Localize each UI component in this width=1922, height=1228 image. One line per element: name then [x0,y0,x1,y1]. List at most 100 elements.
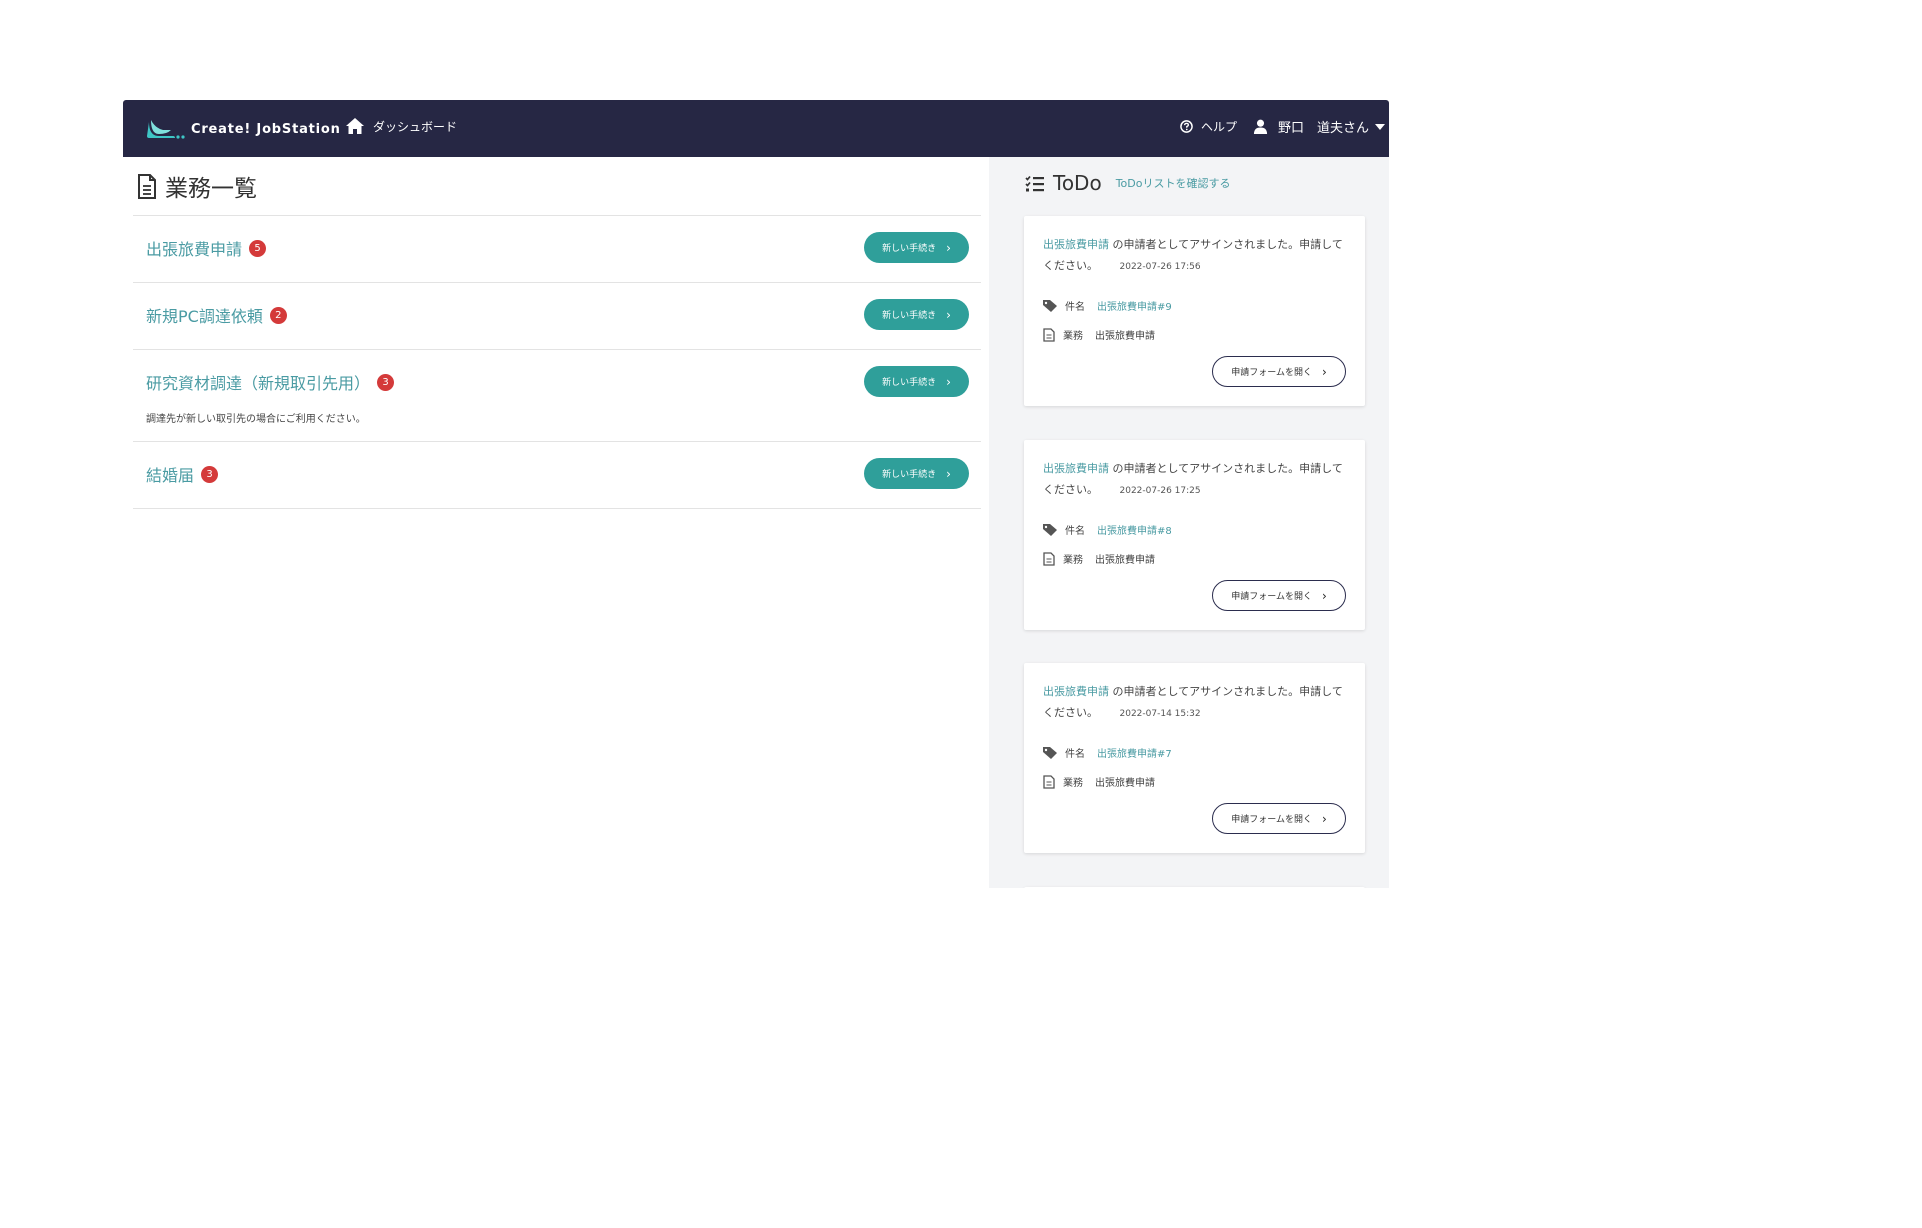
business-title: 新規PC調達依頼 2 [146,303,287,327]
nav-dashboard-link[interactable]: ダッシュボード [345,117,457,135]
page-title: 業務一覧 [165,176,257,202]
subject-label: 件名 [1065,302,1085,313]
tag-icon [1043,523,1057,536]
top-navbar: Create! JobStation ダッシュボード ヘルプ 野口 道夫さん [123,100,1389,157]
business-row: 研究資材調達（新規取引先用） 3 調達先が新しい取引先の場合にご利用ください。 … [133,350,981,442]
chevron-right-icon: › [946,466,951,481]
business-name-link[interactable]: 出張旅費申請 [146,236,242,260]
brand-name: Create! JobStation [191,121,341,137]
subject-row: 件名 出張旅費申請#9 [1043,298,1172,313]
chevron-right-icon: › [1321,364,1327,379]
business-value: 出張旅費申請 [1095,331,1155,342]
user-icon [1253,119,1268,134]
nav-right: ヘルプ 野口 道夫さん [1180,117,1385,136]
open-form-button[interactable]: 申請フォームを開く › [1212,803,1346,834]
new-procedure-button[interactable]: 新しい手続き › [864,299,969,330]
todo-card: 出張旅費申請 の申請者としてアサインされました。申請してください。 2022-0… [1024,440,1365,630]
new-procedure-label: 新しい手続き [882,244,937,254]
business-value: 出張旅費申請 [1095,555,1155,566]
new-procedure-button[interactable]: 新しい手続き › [864,366,969,397]
business-value: 出張旅費申請 [1095,778,1155,789]
main-content: 業務一覧 出張旅費申請 5 新しい手続き › 新規PC調達依頼 2 新しい手続き… [133,157,981,888]
chevron-right-icon: › [946,374,951,389]
subject-row: 件名 出張旅費申請#7 [1043,745,1172,760]
subject-row: 件名 出張旅費申請#8 [1043,522,1172,537]
todo-message: 出張旅費申請 の申請者としてアサインされました。申請してください。 2022-0… [1043,681,1351,725]
document-icon [1043,551,1055,566]
help-label: ヘルプ [1200,120,1237,134]
document-icon [138,173,156,199]
todo-message: 出張旅費申請 の申請者としてアサインされました。申請してください。 2022-0… [1043,458,1351,502]
todo-timestamp: 2022-07-26 17:25 [1119,486,1201,496]
business-name-link[interactable]: 新規PC調達依頼 [146,303,263,327]
subject-link[interactable]: 出張旅費申請#7 [1097,745,1172,760]
open-form-label: 申請フォームを開く [1231,368,1312,378]
count-badge: 2 [269,306,287,324]
caret-down-icon [1375,123,1385,130]
user-name: 野口 道夫さん [1277,121,1369,136]
tag-icon [1043,746,1057,759]
count-badge: 5 [249,239,267,257]
new-procedure-label: 新しい手続き [882,311,937,321]
business-label: 業務 [1063,331,1083,342]
tag-icon [1043,299,1057,312]
new-procedure-label: 新しい手続き [882,470,937,480]
open-form-label: 申請フォームを開く [1231,815,1312,825]
todo-list-link[interactable]: ToDoリストを確認する [1116,175,1231,191]
todo-card-partial [1024,887,1365,888]
todo-card: 出張旅費申請 の申請者としてアサインされました。申請してください。 2022-0… [1024,216,1365,406]
todo-card: 出張旅費申請 の申請者としてアサインされました。申請してください。 2022-0… [1024,663,1365,853]
business-name-link[interactable]: 研究資材調達（新規取引先用） [146,370,370,394]
chevron-right-icon: › [1321,811,1327,826]
business-description: 調達先が新しい取引先の場合にご利用ください。 [146,414,366,425]
todo-sidebar[interactable]: ToDo ToDoリストを確認する 出張旅費申請 の申請者としてアサインされまし… [989,157,1389,888]
form-link[interactable]: 出張旅費申請 [1043,462,1109,475]
chevron-right-icon: › [946,307,951,322]
form-link[interactable]: 出張旅費申請 [1043,238,1109,251]
todo-message: 出張旅費申請 の申請者としてアサインされました。申請してください。 2022-0… [1043,234,1351,278]
user-menu[interactable]: 野口 道夫さん [1253,117,1385,136]
subject-label: 件名 [1065,526,1085,537]
brand[interactable]: Create! JobStation [147,117,341,141]
business-row: 出張旅費申請 5 新しい手続き › [133,216,981,283]
business-title: 研究資材調達（新規取引先用） 3 [146,370,395,394]
help-link[interactable]: ヘルプ [1180,118,1253,135]
subject-link[interactable]: 出張旅費申請#9 [1097,298,1172,313]
subject-link[interactable]: 出張旅費申請#8 [1097,522,1172,537]
chevron-right-icon: › [1321,588,1327,603]
todo-timestamp: 2022-07-14 15:32 [1119,709,1201,719]
business-row: 結婚届 3 新しい手続き › [133,442,981,509]
business-list: 出張旅費申請 5 新しい手続き › 新規PC調達依頼 2 新しい手続き › 研究… [133,215,981,509]
todo-header: ToDo ToDoリストを確認する [1025,171,1230,195]
open-form-button[interactable]: 申請フォームを開く › [1212,356,1346,387]
form-link[interactable]: 出張旅費申請 [1043,685,1109,698]
task-list-icon [1025,175,1044,191]
open-form-button[interactable]: 申請フォームを開く › [1212,580,1346,611]
new-procedure-button[interactable]: 新しい手続き › [864,458,969,489]
business-row-meta: 業務 出張旅費申請 [1043,774,1155,789]
subject-label: 件名 [1065,749,1085,760]
todo-title: ToDo [1053,171,1102,195]
question-circle-icon [1180,120,1193,133]
brand-logo-icon [147,120,185,139]
new-procedure-label: 新しい手続き [882,378,937,388]
chevron-right-icon: › [946,240,951,255]
count-badge: 3 [377,373,395,391]
document-icon [1043,774,1055,789]
new-procedure-button[interactable]: 新しい手続き › [864,232,969,263]
business-title: 結婚届 3 [146,462,219,486]
business-row: 新規PC調達依頼 2 新しい手続き › [133,283,981,350]
home-icon [346,118,364,134]
app-window: Create! JobStation ダッシュボード ヘルプ 野口 道夫さん 業… [123,100,1389,888]
business-title: 出張旅費申請 5 [146,236,267,260]
count-badge: 3 [201,465,219,483]
business-label: 業務 [1063,555,1083,566]
document-icon [1043,327,1055,342]
open-form-label: 申請フォームを開く [1231,592,1312,602]
business-name-link[interactable]: 結婚届 [146,462,194,486]
business-label: 業務 [1063,778,1083,789]
business-row-meta: 業務 出張旅費申請 [1043,327,1155,342]
business-row-meta: 業務 出張旅費申請 [1043,551,1155,566]
nav-dashboard-label: ダッシュボード [373,119,458,134]
page-header: 業務一覧 [137,169,257,203]
